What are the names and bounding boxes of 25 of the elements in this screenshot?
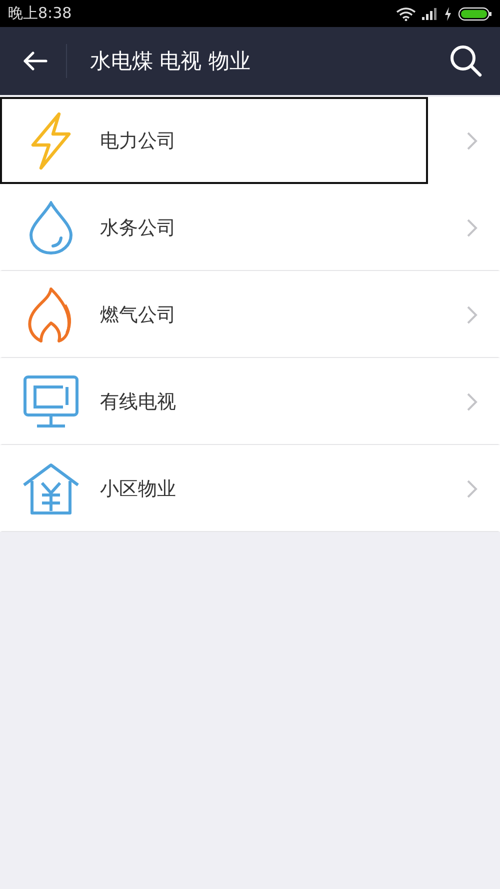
- signal-icon: [422, 8, 438, 20]
- list-item[interactable]: 水务公司: [0, 184, 500, 271]
- chevron-icon: [466, 130, 478, 150]
- item-label: 水务公司: [100, 216, 177, 241]
- list-item[interactable]: 有线电视: [0, 358, 500, 445]
- chevron-icon: [466, 392, 478, 412]
- search-button[interactable]: [448, 43, 484, 79]
- item-label: 有线电视: [100, 390, 177, 415]
- list-item[interactable]: 燃气公司: [0, 271, 500, 358]
- water-drop-icon: [28, 201, 74, 255]
- item-label: 燃气公司: [100, 303, 177, 328]
- wifi-icon: [396, 6, 416, 20]
- charging-icon: [444, 6, 452, 20]
- chevron-icon: [466, 479, 478, 499]
- chevron-icon: [466, 305, 478, 325]
- monitor-icon: [23, 375, 79, 429]
- lightning-icon: [29, 112, 73, 170]
- chevron-icon: [466, 218, 478, 238]
- item-label: 小区物业: [100, 477, 177, 502]
- header-title: 水电煤 电视 物业: [90, 48, 252, 75]
- battery-icon: [458, 6, 492, 20]
- list-item[interactable]: 小区物业: [0, 445, 500, 532]
- item-label: 电力公司: [100, 128, 177, 154]
- house-yen-icon: [22, 463, 80, 515]
- status-time: 晚上8:38: [8, 4, 72, 23]
